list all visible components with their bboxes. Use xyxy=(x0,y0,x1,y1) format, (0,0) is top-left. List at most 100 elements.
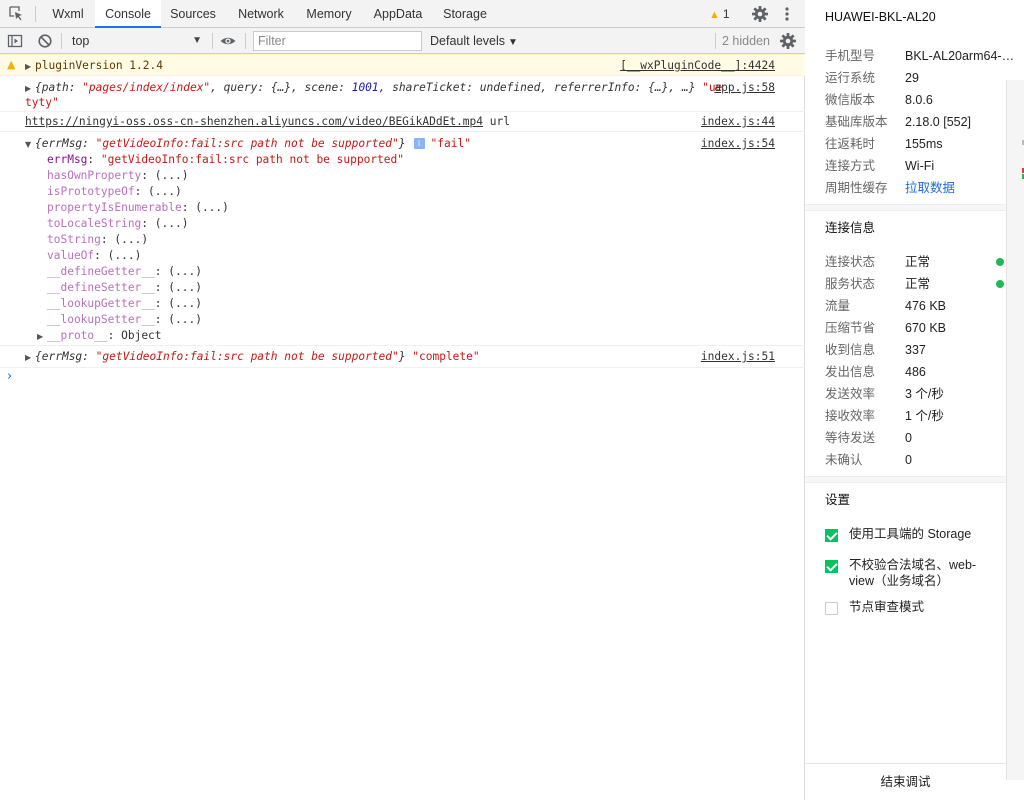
console-log-message-expanded[interactable]: ▼ {errMsg: "getVideoInfo:fail:src path no… xyxy=(0,132,805,346)
warnings-counter[interactable]: ▲ 1 xyxy=(709,6,730,22)
devtools-panel: Wxml Console Sources Network Memory AppD… xyxy=(0,0,805,800)
log-levels-label: Default levels xyxy=(430,34,506,48)
object-property[interactable]: __defineSetter__: (...) xyxy=(47,280,202,296)
property-value[interactable]: (...) xyxy=(155,169,189,182)
object-property[interactable]: __lookupGetter__: (...) xyxy=(47,296,202,312)
console-log-message[interactable]: ▶ {path: "pages/index/index", query: {…},… xyxy=(0,76,805,112)
tab-sources[interactable]: Sources xyxy=(164,0,222,28)
collapse-arrow-icon[interactable]: ▼ xyxy=(25,137,35,153)
tab-storage[interactable]: Storage xyxy=(437,0,493,28)
connection-section-title: 连接信息 xyxy=(825,221,876,235)
status-ok-dot xyxy=(996,258,1004,266)
source-link[interactable]: index.js:54 xyxy=(701,136,775,152)
property-value[interactable]: (...) xyxy=(114,233,148,246)
property-name: hasOwnProperty xyxy=(47,169,142,182)
property-value[interactable]: (...) xyxy=(195,201,229,214)
info-icon[interactable]: i xyxy=(413,138,425,149)
source-link[interactable]: app.js:58 xyxy=(714,80,775,96)
info-value: 155ms xyxy=(905,137,943,151)
console-prompt-row[interactable]: › xyxy=(0,368,805,390)
settings-gear-icon[interactable] xyxy=(751,5,769,23)
tab-appdata[interactable]: AppData xyxy=(367,0,429,28)
object-property[interactable]: hasOwnProperty: (...) xyxy=(47,168,188,184)
info-label: 手机型号 xyxy=(825,49,876,63)
pull-data-link[interactable]: 拉取数据 xyxy=(905,180,955,196)
inspect-element-icon[interactable] xyxy=(9,6,23,21)
connection-label: 发送效率 xyxy=(825,387,876,401)
tab-network[interactable]: Network xyxy=(230,0,292,28)
domain-check-checkbox-label[interactable]: 不校验合法域名、web-view（业务域名） xyxy=(849,557,999,589)
filter-input[interactable] xyxy=(253,31,422,51)
info-label: 基础库版本 xyxy=(825,115,888,129)
tab-wxml[interactable]: Wxml xyxy=(44,0,92,28)
object-property[interactable]: propertyIsEnumerable: (...) xyxy=(47,200,229,216)
object-property[interactable]: __defineGetter__: (...) xyxy=(47,264,202,280)
connection-label: 压缩节省 xyxy=(825,321,876,335)
object-value: "getVideoInfo:fail:src path not be suppo… xyxy=(95,350,399,363)
end-debug-button[interactable]: 结束调试 xyxy=(805,763,1006,800)
property-value[interactable]: (...) xyxy=(168,313,202,326)
object-property[interactable]: __lookupSetter__: (...) xyxy=(47,312,202,328)
more-options-icon[interactable] xyxy=(782,6,792,22)
connection-label: 接收效率 xyxy=(825,409,876,423)
expand-arrow-icon[interactable]: ▶ xyxy=(37,329,47,345)
property-value[interactable]: (...) xyxy=(168,265,202,278)
object-key: errMsg xyxy=(41,350,83,363)
property-name: __lookupSetter__ xyxy=(47,313,155,326)
property-value[interactable]: (...) xyxy=(148,185,182,198)
source-link[interactable]: index.js:51 xyxy=(701,349,775,365)
connection-value: 486 xyxy=(905,365,926,379)
object-value: undefined xyxy=(479,81,541,94)
object-property[interactable]: valueOf: (...) xyxy=(47,248,141,264)
property-name: __defineGetter__ xyxy=(47,265,155,278)
clear-console-icon[interactable] xyxy=(36,32,54,50)
domain-check-checkbox[interactable] xyxy=(825,560,838,573)
object-property[interactable]: toLocaleString: (...) xyxy=(47,216,188,232)
tab-memory[interactable]: Memory xyxy=(299,0,359,28)
console-log-message[interactable]: ▶ {errMsg: "getVideoInfo:fail:src path no… xyxy=(0,346,805,368)
connection-value: 476 KB xyxy=(905,299,947,313)
object-property[interactable]: isPrototypeOf: (...) xyxy=(47,184,182,200)
live-expression-eye-icon[interactable] xyxy=(219,32,237,50)
console-settings-gear-icon[interactable] xyxy=(779,32,797,50)
object-key: errMsg xyxy=(41,137,83,150)
property-value[interactable]: (...) xyxy=(108,249,142,262)
tab-console[interactable]: Console xyxy=(95,0,161,28)
expand-arrow-icon[interactable]: ▶ xyxy=(25,350,35,366)
console-warning-message[interactable]: ▲ ▶ pluginVersion 1.2.4 [__wxPluginCode__… xyxy=(0,54,805,76)
property-value: "getVideoInfo:fail:src path not be suppo… xyxy=(100,153,405,166)
object-property: errMsg: "getVideoInfo:fail:src path not … xyxy=(47,153,405,166)
node-inspect-checkbox[interactable] xyxy=(825,602,838,615)
property-value[interactable]: (...) xyxy=(168,297,202,310)
connection-label: 等待发送 xyxy=(825,431,876,445)
node-inspect-checkbox-label[interactable]: 节点审查模式 xyxy=(849,599,999,615)
object-property[interactable]: toString: (...) xyxy=(47,232,148,248)
property-name: __defineSetter__ xyxy=(47,281,155,294)
video-url-link[interactable]: https://ningyi-oss.oss-cn-shenzhen.aliyu… xyxy=(25,115,483,128)
connection-value: 正常 xyxy=(905,255,931,269)
storage-checkbox-label[interactable]: 使用工具端的 Storage xyxy=(849,526,999,542)
sidebar-toggle-icon[interactable] xyxy=(6,32,24,50)
log-levels-dropdown[interactable]: Default levels ▼ xyxy=(430,31,518,51)
section-divider xyxy=(805,204,1006,211)
toolbar-separator xyxy=(212,33,213,49)
message-string: "complete" xyxy=(412,350,480,363)
property-value[interactable]: (...) xyxy=(155,217,189,230)
property-name: __lookupGetter__ xyxy=(47,297,155,310)
storage-checkbox[interactable] xyxy=(825,529,838,542)
property-name: valueOf xyxy=(47,249,95,262)
expand-arrow-icon[interactable]: ▶ xyxy=(25,59,35,75)
console-log-message[interactable]: https://ningyi-oss.oss-cn-shenzhen.aliyu… xyxy=(0,112,805,132)
info-label: 周期性缓存 xyxy=(825,181,888,195)
context-select[interactable]: top ▼ xyxy=(66,31,206,51)
info-value: BKL-AL20arm64-… xyxy=(905,49,1015,63)
connection-value: 0 xyxy=(905,431,912,445)
hidden-messages-count: 2 hidden xyxy=(722,34,770,48)
object-key: referrerInfo xyxy=(553,81,635,94)
source-link[interactable]: [__wxPluginCode__]:4424 xyxy=(620,58,775,74)
source-link[interactable]: index.js:44 xyxy=(701,114,775,130)
console-prompt-icon: › xyxy=(7,369,13,384)
property-value[interactable]: (...) xyxy=(168,281,202,294)
property-name: isPrototypeOf xyxy=(47,185,135,198)
object-property-proto[interactable]: ▶ __proto__: Object xyxy=(37,328,162,344)
